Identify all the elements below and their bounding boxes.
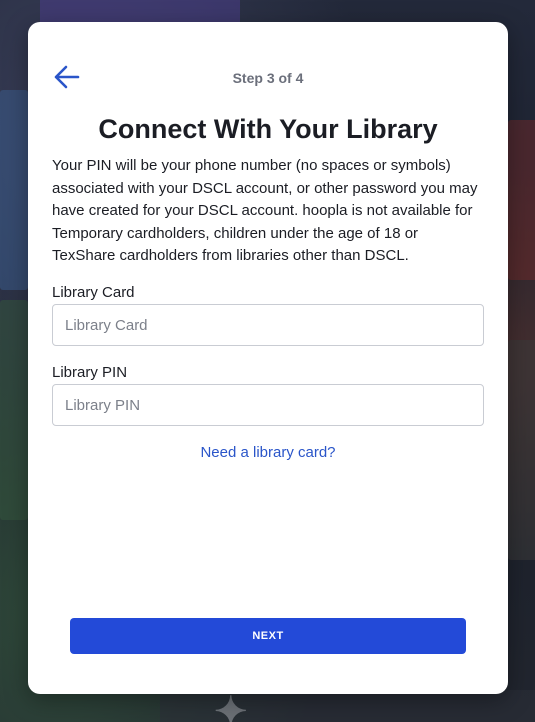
next-button[interactable]: NEXT (70, 618, 466, 654)
library-pin-label: Library PIN (52, 364, 128, 381)
need-library-card-link[interactable]: Need a library card? (28, 444, 508, 461)
library-card-input[interactable] (52, 304, 484, 346)
library-card-label: Library Card (52, 284, 135, 301)
background-tile (0, 90, 28, 290)
library-pin-input[interactable] (52, 384, 484, 426)
background-tile (508, 340, 535, 560)
background-tile (508, 120, 535, 280)
description-text: Your PIN will be your phone number (no s… (52, 157, 478, 264)
connect-library-modal: Step 3 of 4 Connect With Your Library Yo… (28, 22, 508, 694)
step-indicator: Step 3 of 4 (232, 70, 304, 86)
page-title: Connect With Your Library (98, 114, 438, 144)
background-tile (0, 300, 28, 520)
